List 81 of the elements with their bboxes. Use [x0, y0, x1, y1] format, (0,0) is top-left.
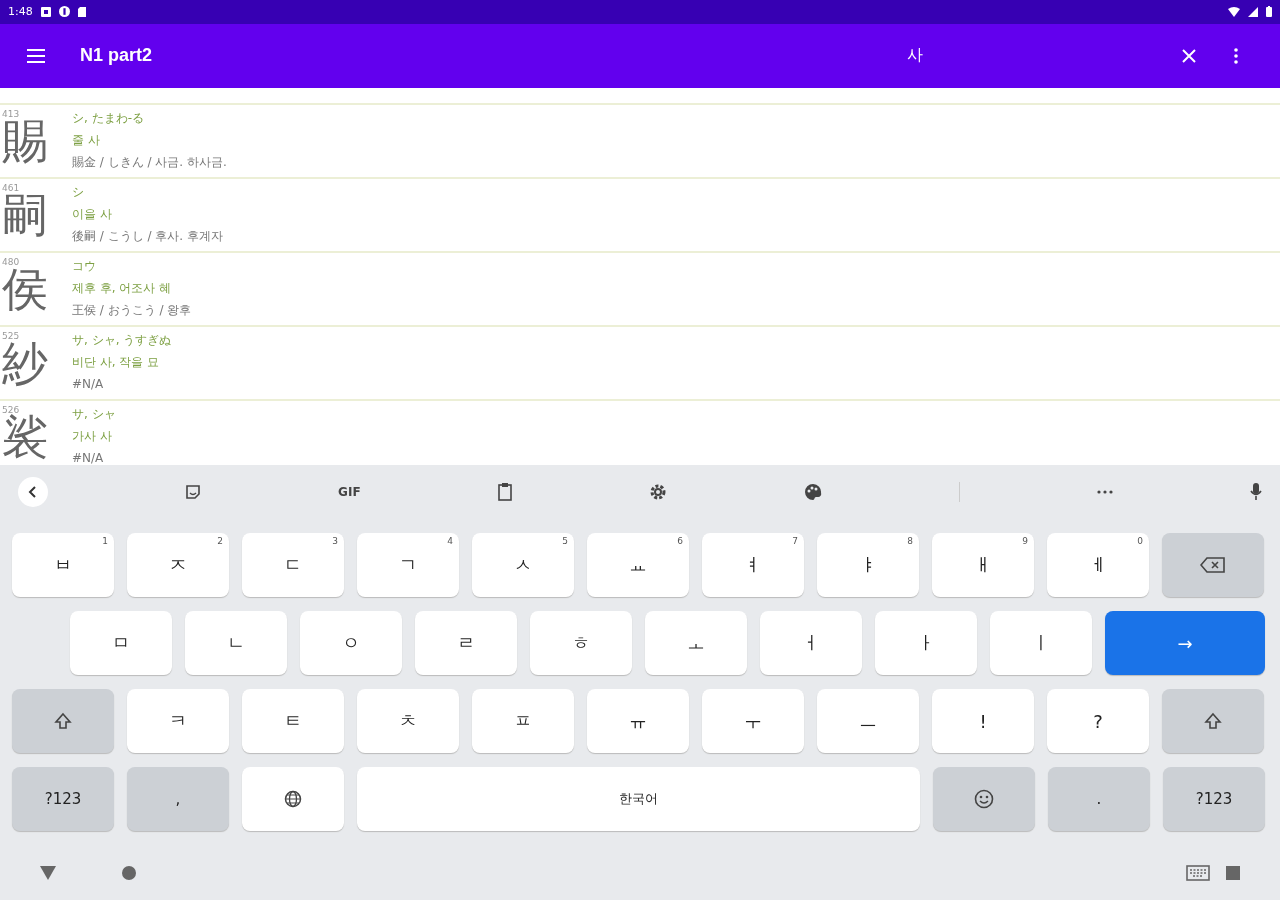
microphone-icon[interactable] [1249, 483, 1262, 502]
key-button[interactable]: 7 ㅕ [702, 533, 804, 598]
key-button[interactable]: ㅋ [127, 689, 229, 754]
key-button[interactable]: 5 ㅅ [472, 533, 574, 598]
key-button[interactable]: ?123 [1163, 767, 1265, 832]
key-button[interactable]: 1 ㅂ [12, 533, 114, 598]
shift-icon [54, 712, 72, 731]
more-icon[interactable] [1234, 47, 1238, 64]
battery-icon [1266, 6, 1272, 18]
key-button[interactable]: ㄹ [415, 611, 517, 676]
kanji-entry[interactable]: 525紗 サ, シャ, うすぎぬ 비단 사, 작을 묘 #N/A [0, 326, 1280, 401]
kanji-reading: シ [72, 183, 85, 201]
kanji-meaning: 제후 후, 어조사 혜 [72, 279, 173, 297]
key-button[interactable]: 3 ㄷ [242, 533, 344, 598]
key-button[interactable]: ㅁ [70, 611, 172, 676]
key-button[interactable]: 6 ㅛ [587, 533, 689, 598]
gif-button[interactable]: GIF [338, 485, 361, 500]
key-button[interactable]: 8 ㅑ [817, 533, 919, 598]
globe-icon [284, 790, 302, 809]
key-button[interactable]: ㅡ [817, 689, 919, 754]
example-word: #N/A [72, 449, 105, 466]
key-button[interactable]: , [127, 767, 229, 832]
key-button[interactable]: ㅍ [472, 689, 574, 754]
example-word: 賜金 / しきん / 사금. 하사금. [72, 153, 227, 171]
key-button[interactable]: ㅎ [530, 611, 632, 676]
key-button[interactable]: ㅠ [587, 689, 689, 754]
key-button[interactable]: ㅣ [990, 611, 1092, 676]
kanji-meaning: 이을 사 [72, 205, 113, 223]
kanji-reading: サ, シャ [72, 405, 116, 423]
wifi-icon [1228, 6, 1240, 17]
shift-icon [1204, 712, 1222, 731]
key-button[interactable]: ㅏ [875, 611, 977, 676]
backspace-key[interactable] [1162, 533, 1264, 598]
search-query[interactable]: 사 [907, 45, 923, 67]
key-button[interactable]: . [1048, 767, 1150, 832]
key-button[interactable]: ㅇ [300, 611, 402, 676]
key-button[interactable]: ㅓ [760, 611, 862, 676]
example-word: #N/A [72, 375, 105, 393]
sticker-icon[interactable] [185, 484, 202, 501]
key-button[interactable]: ㅊ [357, 689, 459, 754]
recents-icon[interactable] [1226, 865, 1240, 880]
key-button[interactable]: ? [1047, 689, 1149, 754]
kanji-meaning: 줄 사 [72, 131, 101, 149]
key-button[interactable]: ! [932, 689, 1034, 754]
kanji-reading: サ, シャ, うすぎぬ [72, 331, 172, 349]
home-icon[interactable] [122, 865, 136, 880]
key-button[interactable]: ?123 [12, 767, 114, 832]
enter-key[interactable]: → [1105, 611, 1265, 676]
smiley-icon [974, 789, 994, 810]
notification-icon [40, 6, 51, 17]
signal-icon [1248, 6, 1258, 17]
app-title: N1 part2 [80, 45, 154, 67]
key-button[interactable]: ㅜ [702, 689, 804, 754]
space-bar[interactable]: 한국어 [357, 767, 920, 832]
key-button[interactable]: 0 ㅔ [1047, 533, 1149, 598]
kanji-reading: シ, たまわ-る [72, 109, 145, 127]
key-button[interactable]: 2 ㅈ [127, 533, 229, 598]
key-button[interactable]: ㅗ [645, 611, 747, 676]
close-icon[interactable] [1182, 48, 1196, 63]
kanji-meaning: 가사 사 [72, 427, 113, 445]
kanji-reading: コウ [72, 257, 97, 275]
clipboard-icon[interactable] [497, 483, 512, 502]
kanji-meaning: 비단 사, 작을 묘 [72, 353, 161, 371]
sd-card-icon [77, 6, 86, 17]
key-button[interactable]: 9 ㅐ [932, 533, 1034, 598]
language-key[interactable] [242, 767, 344, 832]
notification-icon [58, 6, 70, 18]
key-button[interactable]: 4 ㄱ [357, 533, 459, 598]
example-word: 後嗣 / こうし / 후사. 후계자 [72, 227, 223, 245]
entry-number: 525 [2, 330, 20, 341]
settings-icon[interactable] [648, 483, 667, 502]
key-button[interactable]: ㄴ [185, 611, 287, 676]
key-button[interactable]: ㅌ [242, 689, 344, 754]
more-icon[interactable] [1096, 490, 1113, 495]
example-word: 王侯 / おうこう / 왕후 [72, 301, 192, 319]
menu-icon[interactable] [27, 48, 45, 63]
status-time: 1:48 [8, 5, 33, 19]
palette-icon[interactable] [803, 483, 822, 502]
back-icon[interactable] [40, 865, 56, 880]
backspace-icon [1200, 557, 1226, 574]
keyboard-icon[interactable] [1186, 864, 1210, 881]
